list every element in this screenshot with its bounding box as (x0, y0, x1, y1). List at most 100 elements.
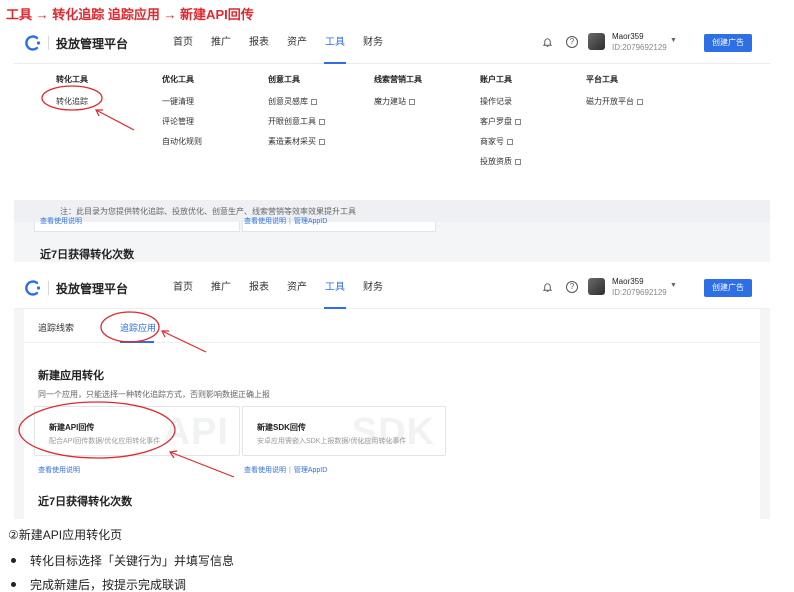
manage-appid-link[interactable]: 管理AppID (294, 467, 327, 474)
nav-finance[interactable]: 财务 (354, 267, 392, 309)
card-title: 新建API回传 (49, 423, 95, 432)
logo-divider (48, 36, 49, 50)
menu-item-label: 开眼创意工具 (268, 117, 316, 126)
user-avatar[interactable] (588, 278, 605, 295)
nav-assets[interactable]: 资产 (278, 22, 316, 64)
platform-logo-icon (25, 35, 41, 51)
menu-item-merchant-account[interactable]: 商家号 (480, 136, 513, 147)
nav-finance[interactable]: 财务 (354, 22, 392, 64)
nav-tools[interactable]: 工具 (316, 22, 354, 64)
user-name: Maor359 (612, 277, 644, 286)
notification-bell-icon[interactable] (542, 282, 553, 293)
col-title-account: 账户工具 (480, 75, 512, 84)
external-link-icon (507, 139, 513, 145)
menu-item-label: 磁力开放平台 (586, 97, 634, 106)
card-desc: 配合API回传数据/优化应用转化事件 (49, 438, 161, 445)
user-id: ID:2079692129 (612, 288, 667, 297)
main-nav: 首页 推广 报表 资产 工具 财务 (164, 267, 392, 309)
nav-assets[interactable]: 资产 (278, 267, 316, 309)
menu-item-creative-library[interactable]: 创意灵感库 (268, 96, 317, 107)
top-navigation-bar: 投放管理平台 首页 推广 报表 资产 工具 财务 ? Maor359 ID:20… (14, 267, 770, 309)
external-link-icon (409, 99, 415, 105)
nav-reports[interactable]: 报表 (240, 267, 278, 309)
menu-item-magic-site[interactable]: 魔力建站 (374, 96, 415, 107)
help-links-right: 查看使用说明 | 管理AppID (244, 465, 327, 475)
tools-dropdown-menu: 转化工具 转化追踪 优化工具 一键清理 评论管理 自动化规则 创意工具 创意灵感… (14, 64, 770, 200)
new-sdk-callback-card[interactable]: SDK 新建SDK回传 安卓应用需嵌入SDK上报数据/优化应用转化事件 (242, 406, 446, 456)
main-nav: 首页 推广 报表 资产 工具 财务 (164, 22, 392, 64)
help-link-left[interactable]: 查看使用说明 (38, 465, 80, 475)
section-title-7day-conversions: 近7日获得转化次数 (40, 249, 135, 261)
link-separator: | (289, 218, 291, 225)
nav-home[interactable]: 首页 (164, 267, 202, 309)
help-link[interactable]: 查看使用说明 (244, 467, 286, 474)
notification-bell-icon[interactable] (542, 37, 553, 48)
menu-item-creative-tool[interactable]: 开眼创意工具 (268, 116, 325, 127)
external-link-icon (319, 119, 325, 125)
help-icon[interactable]: ? (566, 36, 578, 48)
bullet-item: 完成新建后，按提示完成联调 (8, 576, 186, 592)
nav-home[interactable]: 首页 (164, 22, 202, 64)
bullet-dot-icon (11, 558, 16, 563)
help-icon[interactable]: ? (566, 281, 578, 293)
col-title-platform: 平台工具 (586, 75, 618, 84)
bullet-text: 转化目标选择「关键行为」并填写信息 (30, 554, 235, 568)
tutorial-heading: 工具 → 转化追踪 追踪应用 → 新建API回传 (6, 7, 254, 22)
chevron-down-icon[interactable]: ▼ (670, 282, 677, 289)
screenshot-tools-menu: 投放管理平台 首页 推广 报表 资产 工具 财务 ? Maor359 ID:20… (14, 22, 770, 262)
active-tab-indicator (120, 341, 154, 343)
help-links-right: 查看使用说明 | 管理AppID (244, 216, 327, 226)
menu-item-material-purchase[interactable]: 素造素材采买 (268, 136, 325, 147)
menu-item-label: 素造素材采买 (268, 137, 316, 146)
menu-note-bar: 注：此目录为您提供转化追踪、投放优化、创意生产、线索营销等效率效果提升工具 (14, 200, 770, 222)
nav-promotion[interactable]: 推广 (202, 22, 240, 64)
col-title-optimization: 优化工具 (162, 75, 194, 84)
card-title: 新建SDK回传 (257, 423, 306, 432)
external-link-icon (515, 119, 521, 125)
menu-item-label: 商家号 (480, 137, 504, 146)
bullet-item: 转化目标选择「关键行为」并填写信息 (8, 552, 234, 569)
menu-item-label: 投放资质 (480, 157, 512, 166)
new-api-callback-card[interactable]: API 新建API回传 配合API回传数据/优化应用转化事件 (34, 406, 240, 456)
link-separator: | (289, 467, 291, 474)
menu-item-operation-log[interactable]: 操作记录 (480, 96, 512, 107)
bullet-text: 完成新建后，按提示完成联调 (30, 578, 187, 592)
menu-item-qualification[interactable]: 投放资质 (480, 156, 521, 167)
external-link-icon (311, 99, 317, 105)
menu-item-comment-management[interactable]: 评论管理 (162, 116, 194, 127)
menu-item-label: 客户罗盘 (480, 117, 512, 126)
logo-divider (48, 281, 49, 295)
help-link-left[interactable]: 查看使用说明 (40, 216, 82, 226)
external-link-icon (319, 139, 325, 145)
platform-logo-icon (25, 280, 41, 296)
user-name: Maor359 (612, 32, 644, 41)
screenshot-track-application: 投放管理平台 首页 推广 报表 资产 工具 财务 ? Maor359 ID:20… (14, 267, 770, 519)
tab-track-leads[interactable]: 追踪线索 (38, 321, 74, 334)
chevron-down-icon[interactable]: ▼ (670, 37, 677, 44)
menu-item-automation-rules[interactable]: 自动化规则 (162, 136, 202, 147)
col-title-conversion: 转化工具 (56, 75, 88, 84)
menu-item-open-platform[interactable]: 磁力开放平台 (586, 96, 643, 107)
help-link[interactable]: 查看使用说明 (244, 218, 286, 225)
external-link-icon (637, 99, 643, 105)
card-watermark: API (162, 411, 229, 453)
nav-promotion[interactable]: 推广 (202, 267, 240, 309)
col-title-creative: 创意工具 (268, 75, 300, 84)
section-title-7day-conversions: 近7日获得转化次数 (38, 496, 133, 508)
step-caption: ②新建API应用转化页 (8, 528, 123, 542)
platform-title: 投放管理平台 (56, 37, 129, 51)
new-app-conversion-title: 新建应用转化 (38, 370, 104, 382)
create-ad-button[interactable]: 创建广告 (704, 279, 752, 297)
menu-item-conversion-tracking[interactable]: 转化追踪 (56, 96, 88, 107)
menu-item-one-click-clean[interactable]: 一键清理 (162, 96, 194, 107)
nav-tools[interactable]: 工具 (316, 267, 354, 309)
user-avatar[interactable] (588, 33, 605, 50)
top-navigation-bar: 投放管理平台 首页 推广 报表 资产 工具 财务 ? Maor359 ID:20… (14, 22, 770, 64)
nav-reports[interactable]: 报表 (240, 22, 278, 64)
menu-item-customer-compass[interactable]: 客户罗盘 (480, 116, 521, 127)
manage-appid-link[interactable]: 管理AppID (294, 218, 327, 225)
bullet-dot-icon (11, 582, 16, 587)
col-title-lead-marketing: 线索营销工具 (374, 75, 422, 84)
tab-track-application[interactable]: 追踪应用 (120, 321, 156, 334)
create-ad-button[interactable]: 创建广告 (704, 34, 752, 52)
